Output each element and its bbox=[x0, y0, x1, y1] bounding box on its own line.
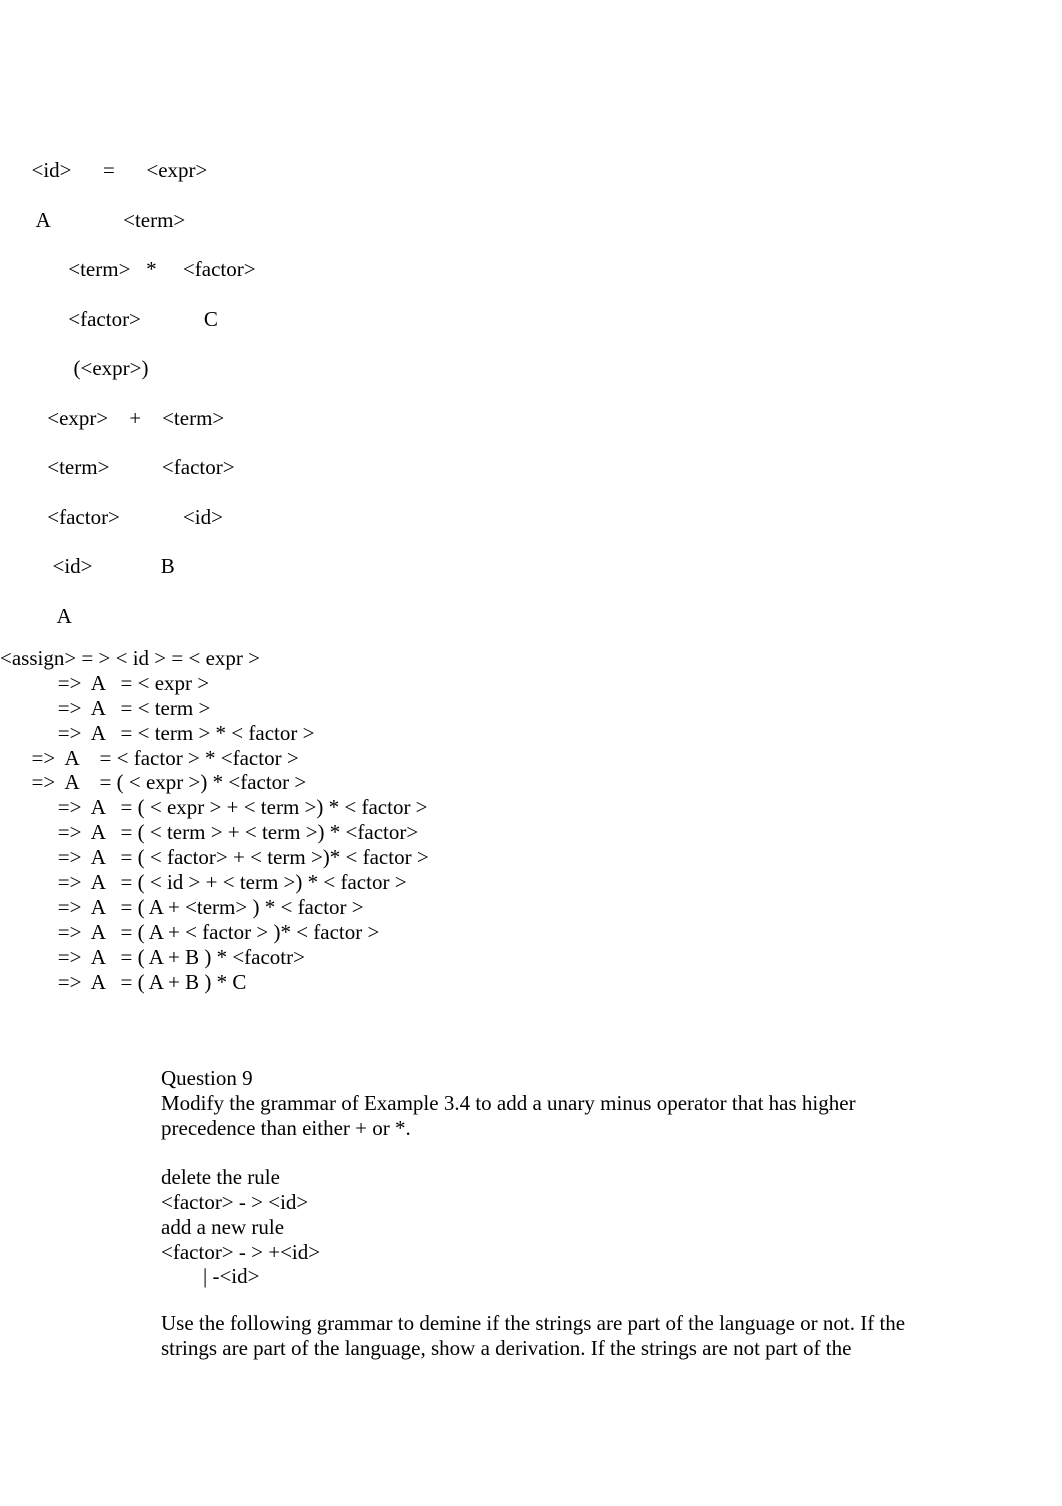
question-9-heading: Question 9 bbox=[161, 1066, 253, 1090]
derivation-line: <assign> = > < id > = < expr > bbox=[0, 646, 260, 670]
parse-tree-line: <factor> C bbox=[0, 306, 218, 331]
derivation-line: => A = ( < factor> + < term >)* < factor… bbox=[0, 845, 429, 870]
parse-tree-line: A bbox=[0, 603, 72, 628]
question-9-prompt: Modify the grammar of Example 3.4 to add… bbox=[161, 1090, 856, 1140]
parse-tree-diagram: <id> = <expr> A <term> <term> * <factor>… bbox=[0, 146, 1062, 641]
parse-tree-line: <term> * <factor> bbox=[0, 257, 256, 281]
question-9-answer-line: | -<id> bbox=[161, 1264, 260, 1289]
closing-paragraph: Use the following grammar to demine if t… bbox=[161, 1311, 906, 1360]
parse-tree-line: <id> = <expr> bbox=[0, 158, 208, 182]
parse-tree-line: <id> B bbox=[0, 554, 175, 578]
derivation-line: => A = ( < term > + < term >) * <factor> bbox=[0, 820, 419, 845]
closing-section: Use the following grammar to demine if t… bbox=[161, 1311, 913, 1361]
derivation-line: => A = ( < expr > + < term >) * < factor… bbox=[0, 795, 428, 820]
parse-tree-line: <factor> <id> bbox=[0, 504, 223, 529]
derivation-line: => A = ( < id > + < term >) * < factor > bbox=[0, 870, 407, 895]
derivation-line: => A = < factor > * <factor > bbox=[0, 745, 299, 770]
derivation-line: => A = < term > bbox=[0, 695, 211, 720]
derivation-line: => A = ( A + B ) * C bbox=[0, 969, 247, 994]
derivation-line: => A = < expr > bbox=[0, 670, 210, 695]
question-9-answer-line: <factor> - > <id> bbox=[161, 1189, 309, 1214]
derivation-line: => A = < term > * < factor > bbox=[0, 720, 315, 745]
question-9-answer-line: add a new rule bbox=[161, 1214, 285, 1239]
parse-tree-line: (<expr>) bbox=[0, 356, 149, 380]
derivation-line: => A = ( A + <term> ) * < factor > bbox=[0, 894, 364, 919]
derivation-line: => A = ( A + B ) * <facotr> bbox=[0, 944, 305, 969]
derivation-line: => A = ( A + < factor > )* < factor > bbox=[0, 919, 380, 944]
question-9-answer-line: <factor> - > +<id> bbox=[161, 1239, 321, 1264]
document-page: <id> = <expr> A <term> <term> * <factor>… bbox=[0, 0, 1062, 1506]
derivation-line: => A = ( < expr >) * <factor > bbox=[0, 770, 307, 795]
question-9-section: Question 9 Modify the grammar of Example… bbox=[161, 1066, 909, 1289]
question-9-answer-line: delete the rule bbox=[161, 1165, 280, 1190]
parse-tree-line: A <term> bbox=[0, 207, 186, 232]
derivation-block: <assign> = > < id > = < expr > => A = < … bbox=[0, 646, 1062, 994]
parse-tree-line: <expr> + <term> bbox=[0, 405, 225, 430]
parse-tree-line: <term> <factor> bbox=[0, 455, 235, 479]
